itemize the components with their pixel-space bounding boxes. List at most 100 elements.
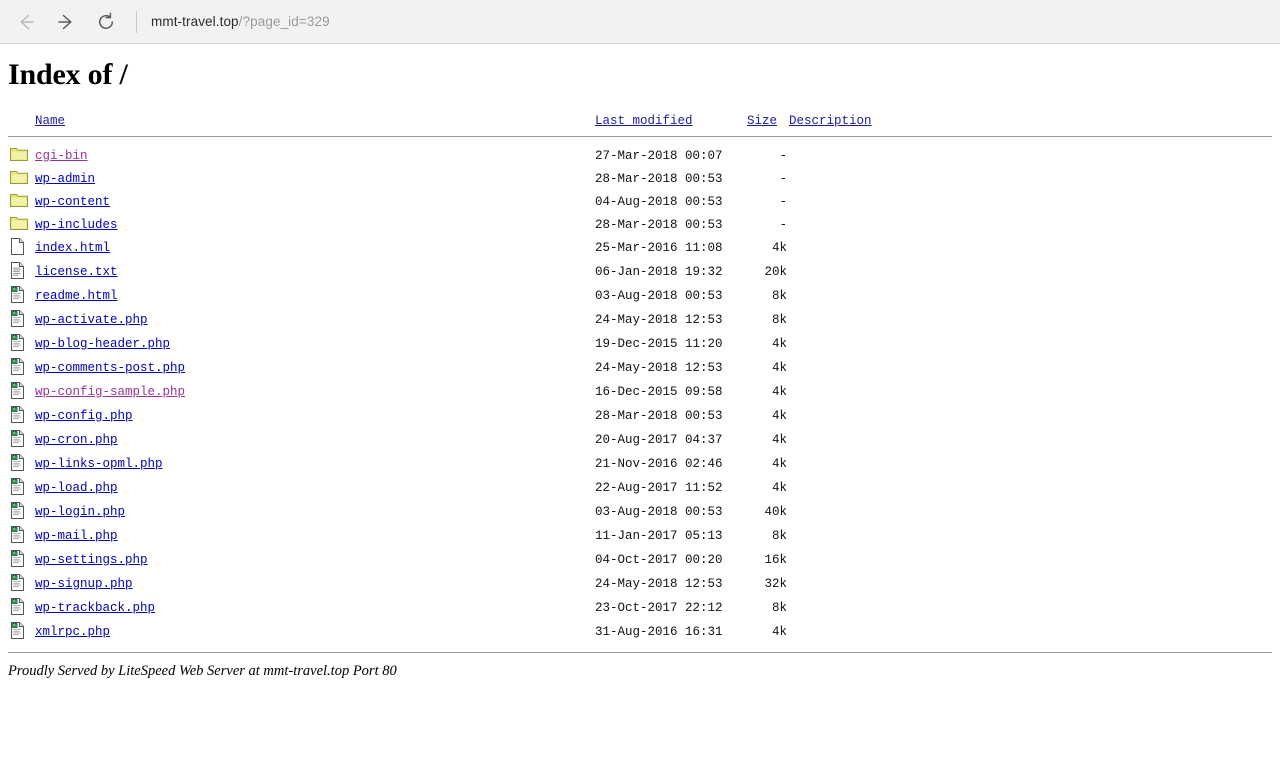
table-row: wp-config.php 28-Mar-2018 00:53 4k [8,404,1272,428]
file-link[interactable]: wp-config-sample.php [35,385,185,399]
page-title: Index of / [8,58,128,91]
file-size-cell: 4k [771,409,787,423]
file-link[interactable]: wp-admin [35,172,95,186]
file-link[interactable]: readme.html [35,289,118,303]
sort-by-date-link[interactable]: Last modified [595,114,693,128]
file-modified-cell: 27-Mar-2018 00:07 [595,148,723,163]
file-icon-cell [8,404,35,428]
script-file-icon [10,333,25,355]
file-modified-cell: 03-Aug-2018 00:53 [595,289,723,303]
file-description-cell [789,572,1272,596]
header-divider-cell [8,132,1272,144]
col-icon [8,114,35,132]
forward-button[interactable] [46,2,86,42]
table-row: wp-signup.php 24-May-2018 12:53 32k [8,572,1272,596]
table-row: wp-includes 28-Mar-2018 00:53 - [8,213,1272,236]
file-link[interactable]: wp-links-opml.php [35,457,163,471]
file-name-cell: wp-activate.php [35,308,595,332]
file-modified-cell: 24-May-2018 12:53 [595,313,723,327]
file-name-cell: wp-includes [35,213,595,236]
table-row: wp-cron.php 20-Aug-2017 04:37 4k [8,428,1272,452]
table-row: index.html 25-Mar-2016 11:08 4k [8,236,1272,260]
script-file-icon [10,357,25,379]
table-row: wp-mail.php 11-Jan-2017 05:13 8k [8,524,1272,548]
file-modified-cell: 19-Dec-2015 11:20 [595,337,723,351]
file-size-cell: - [779,171,787,186]
file-name-cell: wp-content [35,190,595,213]
sort-by-size-link[interactable]: Size [747,114,777,128]
file-description-cell [789,620,1272,644]
file-size-cell: 4k [771,625,787,639]
table-row: wp-activate.php 24-May-2018 12:53 8k [8,308,1272,332]
file-link[interactable]: wp-config.php [35,409,133,423]
file-name-cell: wp-mail.php [35,524,595,548]
file-modified-cell: 24-May-2018 12:53 [595,577,723,591]
footer-rule [8,652,1272,653]
file-name-cell: wp-config-sample.php [35,380,595,404]
file-size-cell: 8k [771,601,787,615]
file-link[interactable]: wp-cron.php [35,433,118,447]
sort-by-description-link[interactable]: Description [789,114,872,128]
blank-page-icon [10,237,25,259]
file-size-cell: 4k [771,241,787,255]
file-link[interactable]: wp-includes [35,218,118,232]
file-modified-cell: 03-Aug-2018 00:53 [595,505,723,519]
header-rule [8,136,1272,137]
file-description-cell [789,236,1272,260]
back-button[interactable] [6,2,46,42]
file-modified-cell: 28-Mar-2018 00:53 [595,171,723,186]
reload-button[interactable] [86,2,126,42]
file-icon-cell [8,190,35,213]
file-link[interactable]: wp-blog-header.php [35,337,170,351]
file-link[interactable]: wp-signup.php [35,577,133,591]
table-row: wp-settings.php 04-Oct-2017 00:20 16k [8,548,1272,572]
file-size-cell: 4k [771,361,787,375]
col-last-modified: Last modified [595,114,747,132]
file-icon-cell [8,260,35,284]
file-name-cell: wp-load.php [35,476,595,500]
file-size-cell: 4k [771,337,787,351]
file-link[interactable]: license.txt [35,265,118,279]
file-link[interactable]: cgi-bin [35,149,88,163]
file-modified-cell: 23-Oct-2017 22:12 [595,601,723,615]
script-file-icon [10,381,25,403]
directory-listing: Name Last modified Size Description cgi-… [8,114,1272,663]
file-size-cell: 8k [771,289,787,303]
file-link[interactable]: wp-trackback.php [35,601,155,615]
file-modified-cell: 24-May-2018 12:53 [595,361,723,375]
script-file-icon [10,285,25,307]
file-name-cell: wp-admin [35,167,595,190]
script-file-icon [10,621,25,643]
file-description-cell [789,404,1272,428]
footer-divider-cell [8,644,1272,663]
file-icon-cell [8,548,35,572]
address-bar[interactable]: mmt-travel.top/?page_id=329 [151,14,1280,29]
file-link[interactable]: index.html [35,241,110,255]
file-icon-cell [8,144,35,167]
file-link[interactable]: wp-login.php [35,505,125,519]
file-description-cell [789,260,1272,284]
file-name-cell: wp-blog-header.php [35,332,595,356]
sort-by-name-link[interactable]: Name [35,114,65,128]
file-link[interactable]: wp-load.php [35,481,118,495]
file-table: Name Last modified Size Description cgi-… [8,114,1272,663]
file-modified-cell: 21-Nov-2016 02:46 [595,457,723,471]
file-description-cell [789,308,1272,332]
file-link[interactable]: wp-mail.php [35,529,118,543]
browser-toolbar: mmt-travel.top/?page_id=329 [0,0,1280,44]
file-link[interactable]: wp-settings.php [35,553,148,567]
table-row: wp-content 04-Aug-2018 00:53 - [8,190,1272,213]
file-link[interactable]: wp-comments-post.php [35,361,185,375]
table-row: wp-links-opml.php 21-Nov-2016 02:46 4k [8,452,1272,476]
file-size-cell: 32k [764,577,787,591]
file-description-cell [789,144,1272,167]
file-modified-cell: 28-Mar-2018 00:53 [595,409,723,423]
file-description-cell [789,167,1272,190]
file-link[interactable]: xmlrpc.php [35,625,110,639]
text-file-icon [10,261,25,283]
table-row: wp-blog-header.php 19-Dec-2015 11:20 4k [8,332,1272,356]
file-link[interactable]: wp-content [35,195,110,209]
file-size-cell: 4k [771,457,787,471]
file-link[interactable]: wp-activate.php [35,313,148,327]
file-icon-cell [8,524,35,548]
